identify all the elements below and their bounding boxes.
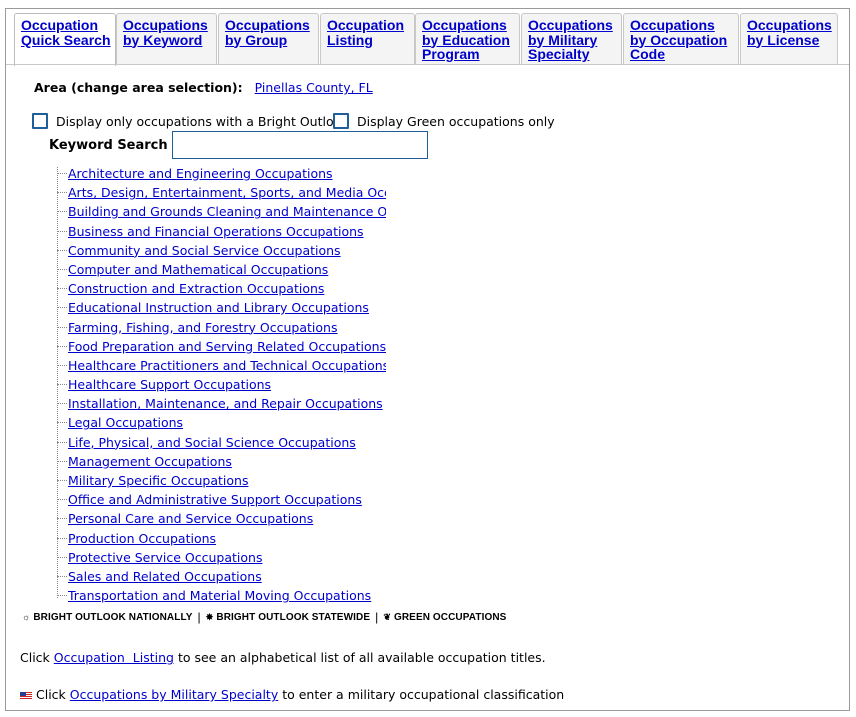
listing-note: Click Occupation Listing to see an alpha… bbox=[20, 650, 546, 665]
occupation-group-link[interactable]: Legal Occupations bbox=[68, 415, 183, 430]
occupation-group-link[interactable]: Computer and Mathematical Occupations bbox=[68, 262, 328, 277]
tree-item: Life, Physical, and Social Science Occup… bbox=[56, 433, 386, 452]
tab-occupations-by-occupation-code[interactable]: Occupations by Occupation Code bbox=[623, 13, 739, 65]
tree-item: Food Preparation and Serving Related Occ… bbox=[56, 337, 386, 356]
tree-item: Healthcare Practitioners and Technical O… bbox=[56, 356, 386, 375]
tab-occupations-by-group[interactable]: Occupations by Group bbox=[218, 13, 319, 65]
tree-item: Community and Social Service Occupations bbox=[56, 241, 386, 260]
tree-item: Installation, Maintenance, and Repair Oc… bbox=[56, 394, 386, 413]
occupation-group-link[interactable]: Farming, Fishing, and Forestry Occupatio… bbox=[68, 320, 337, 335]
leaf-icon: ❦ bbox=[383, 611, 391, 622]
tab-divider bbox=[6, 64, 849, 65]
legend-separator: | bbox=[197, 610, 201, 624]
occupation-group-link[interactable]: Military Specific Occupations bbox=[68, 473, 248, 488]
occupation-group-link[interactable]: Installation, Maintenance, and Repair Oc… bbox=[68, 396, 383, 411]
occupation-group-link[interactable]: Transportation and Material Moving Occup… bbox=[68, 588, 371, 603]
legend-separator: | bbox=[375, 610, 379, 624]
us-flag-icon bbox=[20, 691, 32, 700]
keyword-search-input[interactable] bbox=[171, 131, 428, 159]
listing-note-prefix: Click bbox=[20, 650, 50, 665]
listing-note-suffix: to see an alphabetical list of all avail… bbox=[177, 650, 546, 665]
occupation-group-link[interactable]: Educational Instruction and Library Occu… bbox=[68, 300, 369, 315]
keyword-search: Keyword Search bbox=[49, 131, 428, 159]
occupation-listing-link[interactable]: Occupation Listing bbox=[54, 650, 174, 665]
occupation-group-link[interactable]: Architecture and Engineering Occupations bbox=[68, 166, 333, 181]
legend-national: BRIGHT OUTLOOK NATIONALLY bbox=[33, 611, 193, 623]
area-label: Area (change area selection): bbox=[34, 80, 243, 95]
tab-occupation-listing[interactable]: Occupation Listing bbox=[320, 13, 415, 65]
tab-occupations-by-license[interactable]: Occupations by License bbox=[740, 13, 838, 65]
area-selection: Area (change area selection): Pinellas C… bbox=[34, 80, 373, 95]
tree-item: Arts, Design, Entertainment, Sports, and… bbox=[56, 183, 386, 202]
occupation-group-link[interactable]: Personal Care and Service Occupations bbox=[68, 511, 313, 526]
tab-occupation-quick-search[interactable]: Occupation Quick Search bbox=[14, 13, 116, 66]
tab-occupations-by-keyword[interactable]: Occupations by Keyword bbox=[116, 13, 217, 65]
green-label: Display Green occupations only bbox=[357, 113, 555, 129]
tree-item: Transportation and Material Moving Occup… bbox=[56, 586, 386, 605]
tree-item: Farming, Fishing, and Forestry Occupatio… bbox=[56, 318, 386, 337]
bright-outlook-label: Display only occupations with a Bright O… bbox=[56, 113, 349, 129]
tree-item: Production Occupations bbox=[56, 529, 386, 548]
legend-statewide: BRIGHT OUTLOOK STATEWIDE bbox=[216, 611, 371, 623]
occupation-group-link[interactable]: Protective Service Occupations bbox=[68, 550, 262, 565]
occupation-group-link[interactable]: Production Occupations bbox=[68, 531, 216, 546]
occupation-group-link[interactable]: Life, Physical, and Social Science Occup… bbox=[68, 435, 356, 450]
tree-item: Personal Care and Service Occupations bbox=[56, 509, 386, 528]
occupation-group-tree: Architecture and Engineering Occupations… bbox=[56, 164, 386, 605]
tree-item: Healthcare Support Occupations bbox=[56, 375, 386, 394]
occupation-group-link[interactable]: Community and Social Service Occupations bbox=[68, 243, 341, 258]
military-specialty-link[interactable]: Occupations by Military Specialty bbox=[70, 687, 278, 702]
occupation-group-link[interactable]: Construction and Extraction Occupations bbox=[68, 281, 324, 296]
keyword-search-label: Keyword Search bbox=[49, 137, 168, 153]
tree-item: Protective Service Occupations bbox=[56, 548, 386, 567]
area-link[interactable]: Pinellas County, FL bbox=[255, 80, 373, 95]
occupation-group-link[interactable]: Healthcare Practitioners and Technical O… bbox=[68, 358, 386, 373]
tree-item: Construction and Extraction Occupations bbox=[56, 279, 386, 298]
military-note-prefix: Click bbox=[36, 687, 66, 702]
legend: ☼ BRIGHT OUTLOOK NATIONALLY | ✸ BRIGHT O… bbox=[22, 610, 506, 624]
bright-outlook-filter[interactable]: Display only occupations with a Bright O… bbox=[32, 113, 349, 129]
occupation-group-link[interactable]: Management Occupations bbox=[68, 454, 232, 469]
tree-item: Office and Administrative Support Occupa… bbox=[56, 490, 386, 509]
tree-item: Sales and Related Occupations bbox=[56, 567, 386, 586]
tab-occupations-by-education-program[interactable]: Occupations by Education Program bbox=[415, 13, 520, 65]
occupation-group-link[interactable]: Office and Administrative Support Occupa… bbox=[68, 492, 362, 507]
star-icon: ✸ bbox=[205, 611, 214, 622]
green-filter[interactable]: Display Green occupations only bbox=[333, 113, 555, 129]
tree-item: Legal Occupations bbox=[56, 413, 386, 432]
occupation-group-link[interactable]: Business and Financial Operations Occupa… bbox=[68, 224, 364, 239]
tree-item: Architecture and Engineering Occupations bbox=[56, 164, 386, 183]
tree-item: Management Occupations bbox=[56, 452, 386, 471]
tree-item: Educational Instruction and Library Occu… bbox=[56, 298, 386, 317]
occupation-search-panel: Occupation Quick Search Occupations by K… bbox=[5, 8, 850, 711]
legend-green: GREEN OCCUPATIONS bbox=[393, 611, 507, 623]
tree-item: Military Specific Occupations bbox=[56, 471, 386, 490]
tree-item: Building and Grounds Cleaning and Mainte… bbox=[56, 202, 386, 221]
tree-item: Computer and Mathematical Occupations bbox=[56, 260, 386, 279]
occupation-group-link[interactable]: Building and Grounds Cleaning and Mainte… bbox=[68, 204, 386, 219]
green-checkbox[interactable] bbox=[333, 113, 349, 129]
military-note: Click Occupations by Military Specialty … bbox=[20, 687, 564, 702]
bright-outlook-checkbox[interactable] bbox=[32, 113, 48, 129]
occupation-group-link[interactable]: Healthcare Support Occupations bbox=[68, 377, 271, 392]
occupation-group-link[interactable]: Sales and Related Occupations bbox=[68, 569, 262, 584]
tab-occupations-by-military-specialty[interactable]: Occupations by Military Specialty bbox=[521, 13, 622, 65]
occupation-group-link[interactable]: Arts, Design, Entertainment, Sports, and… bbox=[68, 185, 386, 200]
military-note-suffix: to enter a military occupational classif… bbox=[282, 687, 565, 702]
occupation-group-link[interactable]: Food Preparation and Serving Related Occ… bbox=[68, 339, 386, 354]
sun-icon: ☼ bbox=[22, 612, 31, 622]
tree-item: Business and Financial Operations Occupa… bbox=[56, 222, 386, 241]
